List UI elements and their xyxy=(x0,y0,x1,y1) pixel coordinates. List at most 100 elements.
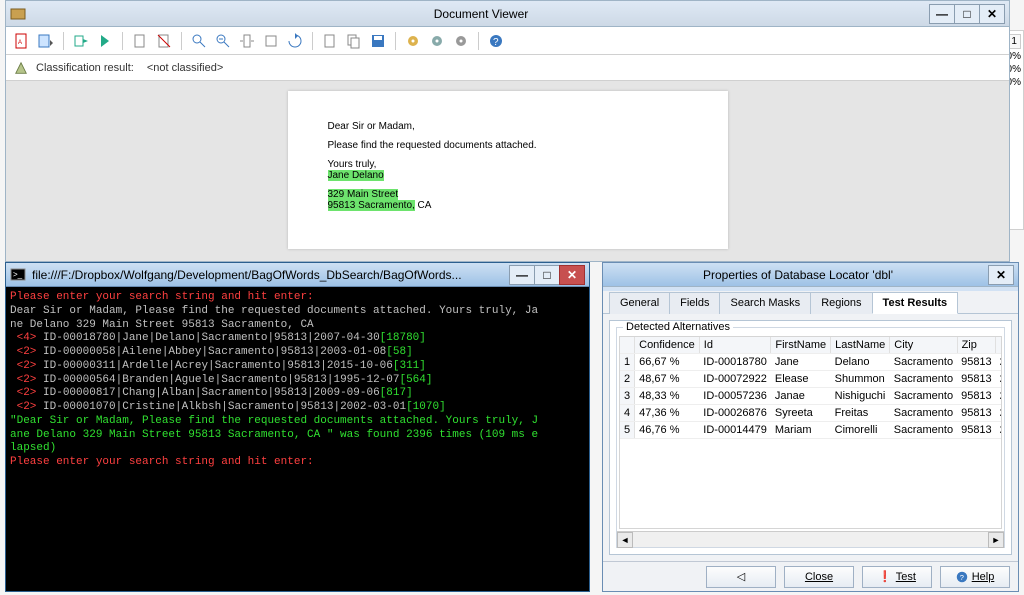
properties-tabs: General Fields Search Masks Regions Test… xyxy=(603,291,1018,314)
maximize-button[interactable]: □ xyxy=(954,4,980,24)
zoom-in-icon[interactable] xyxy=(189,31,209,51)
cell: 2007-08-14 xyxy=(996,388,1002,405)
cut-icon[interactable] xyxy=(320,31,340,51)
row-index: 1 xyxy=(620,354,635,371)
pdf-icon[interactable]: A xyxy=(12,31,32,51)
table-row[interactable]: 166,67 %ID-00018780JaneDelanoSacramento9… xyxy=(620,354,1002,371)
cell: Sacramento xyxy=(890,354,957,371)
col-id[interactable]: Id xyxy=(699,337,771,354)
nav-prev-button[interactable]: ◁ xyxy=(706,566,776,588)
cell: Nishiguchi xyxy=(831,388,890,405)
cut-doc-icon[interactable] xyxy=(154,31,174,51)
close-button[interactable]: ✕ xyxy=(979,4,1005,24)
table-header-row: Confidence Id FirstName LastName City Zi… xyxy=(620,337,1002,354)
cell: 47,36 % xyxy=(635,405,700,422)
copy-icon[interactable] xyxy=(344,31,364,51)
cell: ID-00026876 xyxy=(699,405,771,422)
gear3-icon[interactable] xyxy=(451,31,471,51)
col-blank[interactable] xyxy=(620,337,635,354)
console-minimize[interactable]: — xyxy=(509,265,535,285)
col-lastname[interactable]: LastName xyxy=(831,337,890,354)
page-dropdown-icon[interactable] xyxy=(36,31,56,51)
test-button[interactable]: ❗Test xyxy=(862,566,932,588)
cell: 2003-11-28 xyxy=(996,405,1002,422)
detected-alternatives-group: Detected Alternatives Confidence Id Firs… xyxy=(616,327,1005,548)
classification-bar: Classification result: <not classified> xyxy=(6,55,1009,81)
cell: 95813 xyxy=(957,405,996,422)
results-grid[interactable]: Confidence Id FirstName LastName City Zi… xyxy=(619,336,1002,529)
cell: 95813 xyxy=(957,371,996,388)
help-icon[interactable]: ? xyxy=(486,31,506,51)
cell: ID-00057236 xyxy=(699,388,771,405)
document-viewer-window: Document Viewer — □ ✕ A ? Classification… xyxy=(5,0,1010,262)
highlight-address: 329 Main Street xyxy=(328,189,399,200)
cell: Mariam xyxy=(771,422,831,439)
cell: Elease xyxy=(771,371,831,388)
scroll-track[interactable] xyxy=(633,532,988,547)
cell: ID-00014479 xyxy=(699,422,771,439)
close-dialog-button[interactable]: Close xyxy=(784,566,854,588)
next-icon[interactable] xyxy=(95,31,115,51)
document-page: Dear Sir or Madam, Please find the reque… xyxy=(288,91,728,249)
scroll-left[interactable]: ◄ xyxy=(617,532,633,548)
zoom-out-icon[interactable] xyxy=(213,31,233,51)
toolbar: A ? xyxy=(6,27,1009,55)
cell: ID-00018780 xyxy=(699,354,771,371)
results-table: Confidence Id FirstName LastName City Zi… xyxy=(620,337,1002,439)
col-confidence[interactable]: Confidence xyxy=(635,337,700,354)
minimize-button[interactable]: — xyxy=(929,4,955,24)
tab-search-masks[interactable]: Search Masks xyxy=(719,292,811,314)
col-city[interactable]: City xyxy=(890,337,957,354)
console-body[interactable]: Please enter your search string and hit … xyxy=(6,287,589,474)
export-icon[interactable] xyxy=(71,31,91,51)
svg-text:?: ? xyxy=(959,573,963,582)
tab-test-results[interactable]: Test Results xyxy=(872,292,959,314)
tab-regions[interactable]: Regions xyxy=(810,292,872,314)
tab-fields[interactable]: Fields xyxy=(669,292,720,314)
group-legend: Detected Alternatives xyxy=(623,321,733,333)
classification-value[interactable]: <not classified> xyxy=(142,59,262,77)
tab-general[interactable]: General xyxy=(609,292,670,314)
cell: Sacramento xyxy=(890,388,957,405)
col-dob[interactable]: DateOfBirth xyxy=(996,337,1002,354)
cell: Janae xyxy=(771,388,831,405)
document-area[interactable]: Dear Sir or Madam, Please find the reque… xyxy=(6,81,1009,261)
new-doc-icon[interactable] xyxy=(130,31,150,51)
cell: 66,67 % xyxy=(635,354,700,371)
gear2-icon[interactable] xyxy=(427,31,447,51)
properties-content: Detected Alternatives Confidence Id Firs… xyxy=(609,320,1012,555)
cell: Syreeta xyxy=(771,405,831,422)
gear1-icon[interactable] xyxy=(403,31,423,51)
row-index: 5 xyxy=(620,422,635,439)
titlebar[interactable]: Document Viewer — □ ✕ xyxy=(6,1,1009,27)
page-line: Dear Sir or Madam, xyxy=(328,121,688,132)
table-row[interactable]: 348,33 %ID-00057236JanaeNishiguchiSacram… xyxy=(620,388,1002,405)
page-state: CA xyxy=(415,200,432,211)
console-close[interactable]: ✕ xyxy=(559,265,585,285)
console-titlebar[interactable]: >_ file:///F:/Dropbox/Wolfgang/Developme… xyxy=(6,263,589,287)
cell: 2010-07-25 xyxy=(996,371,1002,388)
console-maximize[interactable]: □ xyxy=(534,265,560,285)
cell: Freitas xyxy=(831,405,890,422)
col-zip[interactable]: Zip xyxy=(957,337,996,354)
help-button[interactable]: ?Help xyxy=(940,566,1010,588)
rotate-icon[interactable] xyxy=(285,31,305,51)
save-icon[interactable] xyxy=(368,31,388,51)
cell: Sacramento xyxy=(890,422,957,439)
cell: 2008-12-29 xyxy=(996,422,1002,439)
horizontal-scrollbar[interactable]: ◄ ► xyxy=(617,531,1004,547)
fit-page-icon[interactable] xyxy=(261,31,281,51)
console-title: file:///F:/Dropbox/Wolfgang/Development/… xyxy=(32,268,510,282)
table-row[interactable]: 546,76 %ID-00014479MariamCimorelliSacram… xyxy=(620,422,1002,439)
table-row[interactable]: 447,36 %ID-00026876SyreetaFreitasSacrame… xyxy=(620,405,1002,422)
properties-titlebar[interactable]: Properties of Database Locator 'dbl' ✕ xyxy=(603,263,1018,287)
page-line: Please find the requested documents atta… xyxy=(328,140,688,151)
scroll-right[interactable]: ► xyxy=(988,532,1004,548)
table-row[interactable]: 248,67 %ID-00072922EleaseShummonSacramen… xyxy=(620,371,1002,388)
col-firstname[interactable]: FirstName xyxy=(771,337,831,354)
svg-text:?: ? xyxy=(493,37,499,48)
properties-close-button[interactable]: ✕ xyxy=(988,265,1014,285)
svg-text:>_: >_ xyxy=(13,270,23,279)
cell: Jane xyxy=(771,354,831,371)
page-width-icon[interactable] xyxy=(237,31,257,51)
